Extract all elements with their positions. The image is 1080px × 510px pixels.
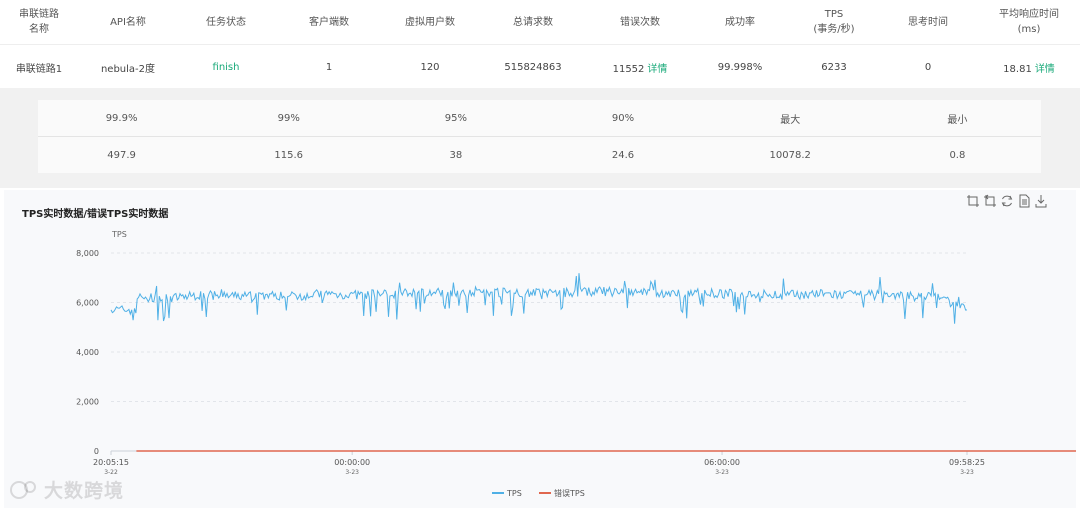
pct-value-90: 24.6 — [539, 136, 707, 173]
col-header-think-time: 思考时间 — [878, 0, 978, 45]
col-header-label: API名称 — [110, 16, 146, 28]
summary-table: 串联链路 名称 API名称 任务状态 客户端数 虚拟用户数 总请求数 错误次数 … — [0, 0, 1080, 89]
percentile-table: 99.9% 99% 95% 90% 最大 最小 497.9 115.6 38 2… — [38, 100, 1041, 173]
cell-task-status: finish — [178, 44, 274, 89]
col-header-label: 总请求数 — [513, 16, 553, 28]
errors-value: 11552 — [612, 63, 645, 75]
x-tick-label: 00:00:00 — [334, 458, 370, 467]
col-header-errors: 错误次数 — [590, 0, 690, 45]
col-header-label: 任务状态 — [206, 16, 246, 28]
col-header-label: 平均响应时间 (ms) — [999, 9, 1059, 35]
legend-error-tps-label[interactable]: 错误TPS — [554, 488, 585, 498]
col-header-label: TPS (事务/秒) — [813, 9, 855, 35]
y-axis-label: TPS — [111, 230, 127, 239]
x-tick-label: 09:58:25 — [949, 458, 985, 467]
y-tick-label: 6,000 — [76, 299, 99, 308]
col-header-label: 客户端数 — [309, 16, 349, 28]
col-header-api-name: API名称 — [78, 0, 178, 45]
summary-header-row: 串联链路 名称 API名称 任务状态 客户端数 虚拟用户数 总请求数 错误次数 … — [0, 0, 1080, 45]
cell-avg-rt: 18.81 详情 — [978, 44, 1080, 89]
pct-value-max: 10078.2 — [706, 136, 874, 173]
summary-data-row: 串联链路1 nebula-2度 finish 1 120 515824863 1… — [0, 44, 1080, 89]
pct-value-min: 0.8 — [873, 136, 1041, 173]
col-header-total-requests: 总请求数 — [476, 0, 590, 45]
legend-tps-label[interactable]: TPS — [506, 489, 522, 498]
status-text: finish — [212, 61, 240, 73]
y-tick-label: 8,000 — [76, 249, 99, 258]
cell-api-name: nebula-2度 — [78, 44, 178, 89]
watermark: 大数跨境 — [8, 476, 124, 503]
col-header-label: 成功率 — [725, 16, 755, 28]
errors-detail-link[interactable]: 详情 — [647, 64, 667, 75]
y-tick-label: 0 — [94, 447, 99, 456]
pct-value-99: 115.6 — [205, 136, 373, 173]
x-tick-date: 3-23 — [715, 469, 729, 476]
x-tick-label: 20:05:15 — [93, 458, 129, 467]
col-header-chain-name: 串联链路 名称 — [0, 0, 78, 45]
cell-clients: 1 — [274, 44, 384, 89]
percentile-panel: 99.9% 99% 95% 90% 最大 最小 497.9 115.6 38 2… — [0, 88, 1080, 188]
avg-rt-detail-link[interactable]: 详情 — [1035, 64, 1055, 75]
pct-value-95: 38 — [372, 136, 540, 173]
cell-errors: 11552 详情 — [590, 44, 690, 89]
cell-vusers: 120 — [384, 44, 476, 89]
pct-header-max: 最大 — [780, 114, 801, 126]
col-header-avg-rt: 平均响应时间 (ms) — [978, 0, 1080, 45]
x-tick-date: 3-22 — [104, 469, 118, 476]
col-header-success-rate: 成功率 — [690, 0, 790, 45]
col-header-label: 串联链路 名称 — [19, 9, 59, 35]
col-header-label: 错误次数 — [620, 16, 660, 28]
x-tick-date: 3-23 — [960, 469, 974, 476]
percentile-value-row: 497.9 115.6 38 24.6 10078.2 0.8 — [38, 136, 1041, 173]
col-header-task-status: 任务状态 — [178, 0, 274, 45]
col-header-label: 虚拟用户数 — [405, 16, 455, 28]
cell-chain-name: 串联链路1 — [0, 44, 78, 89]
cell-success-rate: 99.998% — [690, 44, 790, 89]
summary-table-panel: 串联链路 名称 API名称 任务状态 客户端数 虚拟用户数 总请求数 错误次数 … — [0, 0, 1080, 89]
cell-think-time: 0 — [878, 44, 978, 89]
pct-header-99: 99% — [277, 112, 300, 124]
x-tick-date: 3-23 — [345, 469, 359, 476]
x-tick-label: 06:00:00 — [704, 458, 740, 467]
col-header-label: 思考时间 — [908, 16, 948, 28]
pct-value-99-9: 497.9 — [38, 136, 206, 173]
col-header-clients: 客户端数 — [274, 0, 384, 45]
cell-total-requests: 515824863 — [476, 44, 590, 89]
cell-tps: 6233 — [790, 44, 878, 89]
watermark-text: 大数跨境 — [44, 480, 125, 502]
tps-chart: TPS 0 2,000 4,000 6,000 8,000 20:05:15 3-22 00… — [76, 230, 1076, 498]
tps-series-line — [110, 273, 968, 324]
tps-chart-panel: TPS实时数据/错误TPS实时数据 TPS 0 2,000 4,000 6,000 8,… — [4, 190, 1076, 508]
y-tick-label: 4,000 — [76, 348, 99, 357]
col-header-tps: TPS (事务/秒) — [790, 0, 878, 45]
pct-header-90: 90% — [611, 112, 635, 124]
avg-rt-value: 18.81 — [1003, 63, 1032, 75]
pct-header-99-9: 99.9% — [105, 112, 138, 124]
y-tick-label: 2,000 — [76, 398, 99, 407]
watermark-logo-icon — [10, 480, 36, 499]
col-header-vusers: 虚拟用户数 — [384, 0, 476, 45]
pct-header-95: 95% — [444, 112, 467, 124]
percentile-header-row: 99.9% 99% 95% 90% 最大 最小 — [38, 100, 1041, 137]
pct-header-min: 最小 — [947, 114, 968, 126]
